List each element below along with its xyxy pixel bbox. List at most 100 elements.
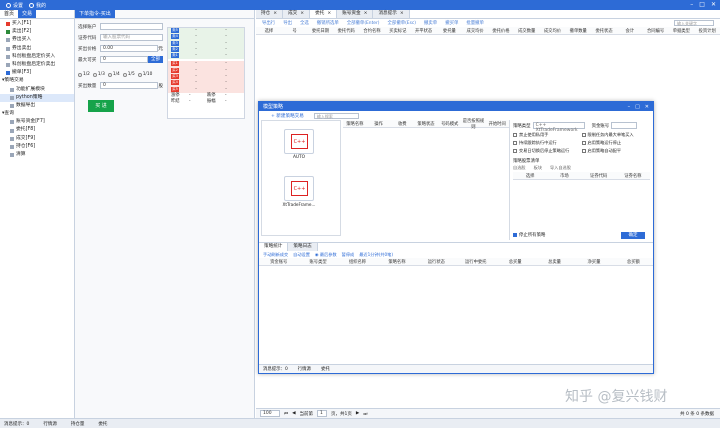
column-header[interactable]: 委托状态 <box>591 28 617 34</box>
profile-menu[interactable]: 我的 <box>29 2 46 9</box>
nav-item[interactable]: python策略 <box>0 93 74 102</box>
column-header[interactable]: 总卖量 <box>535 259 574 265</box>
nav-item[interactable]: ▾ 查询 <box>0 110 74 118</box>
column-header[interactable]: 总买量 <box>495 259 534 265</box>
nav-item[interactable]: 持仓[F6] <box>0 143 74 151</box>
nav-item[interactable]: 科创板盘后定价买入 <box>0 53 74 61</box>
order-tab[interactable]: 下单指令-买出 <box>75 10 115 18</box>
nav-item[interactable]: 成交[F9] <box>0 135 74 143</box>
page-size-select[interactable]: 100 <box>260 410 280 417</box>
setting-checkbox[interactable]: 限制任务内最大单笔买入 <box>581 132 651 138</box>
nav-item[interactable]: 账号资金[F7] <box>0 118 74 126</box>
page-input[interactable]: 1 <box>317 410 328 417</box>
stock-list-tab[interactable]: 导入自选股 <box>550 165 571 171</box>
tab-close-icon[interactable]: × <box>400 10 404 18</box>
tab-close-icon[interactable]: × <box>327 10 331 18</box>
column-header[interactable]: 总买额 <box>614 259 653 265</box>
column-header[interactable]: 选择 <box>256 28 282 34</box>
setting-checkbox[interactable]: 启用策略运行停止 <box>581 140 651 146</box>
main-tab[interactable]: 成交 × <box>283 10 311 18</box>
dialog-order[interactable]: 委托 <box>321 366 330 372</box>
nav-item[interactable]: 清算 <box>0 151 74 159</box>
max-all-button[interactable]: 全部 <box>148 56 163 63</box>
prev-page-icon[interactable]: ◀ <box>292 411 295 416</box>
status-position[interactable]: 持仓量 <box>71 421 85 427</box>
toolbar-button[interactable]: 全选 <box>300 20 309 26</box>
tab-trade[interactable]: 交易 <box>18 10 37 18</box>
nav-item[interactable]: 买入[F1] <box>0 20 74 28</box>
setting-checkbox[interactable]: 持续跟踪执行中运行 <box>513 140 582 146</box>
field-input[interactable] <box>100 23 163 30</box>
stock-list-tab[interactable]: 自选股 <box>513 165 526 171</box>
next-page-icon[interactable]: ▶ <box>356 411 359 416</box>
stats-toolbar-item[interactable]: 自动设置 <box>293 252 310 258</box>
column-header[interactable]: 开始时间 <box>485 121 509 127</box>
column-header[interactable]: 策略名称 <box>377 259 416 265</box>
stats-toolbar-item[interactable]: 暂停成 <box>342 252 355 258</box>
toolbar-button[interactable]: 全部撤单(Esc) <box>388 20 416 26</box>
column-header[interactable]: 运行中委托 <box>456 259 495 265</box>
column-header[interactable]: 是否按照规则 <box>462 118 486 130</box>
column-header[interactable]: 操作 <box>367 121 391 127</box>
main-tab[interactable]: 账号资金 × <box>337 10 374 18</box>
ratio-radio[interactable]: 1/2 <box>78 72 90 77</box>
column-header[interactable]: 开平状态 <box>411 28 437 34</box>
column-header[interactable]: 策略名称 <box>343 121 367 127</box>
stock-list-tab[interactable]: 板块 <box>534 165 542 171</box>
toolbar-button[interactable]: 撤买单 <box>445 20 458 26</box>
ratio-radio[interactable]: 1/4 <box>107 72 120 77</box>
nav-item[interactable]: 科创板盘后定价卖出 <box>0 61 74 69</box>
field-input[interactable]: 输入股票代码 <box>100 34 163 41</box>
minimize-icon[interactable]: – <box>690 1 693 8</box>
column-header[interactable]: 买卖标记 <box>385 28 411 34</box>
toolbar-button[interactable]: 全部撤单(Enter) <box>347 20 380 26</box>
toolbar-button[interactable]: 撤销所选单 <box>317 20 339 26</box>
tab-close-icon[interactable]: × <box>300 10 304 18</box>
column-header[interactable]: 撤单数量 <box>565 28 591 34</box>
main-tab[interactable]: 委托 × <box>310 10 338 18</box>
column-header[interactable]: 委托日期 <box>308 28 334 34</box>
column-header[interactable]: 净买量 <box>574 259 613 265</box>
main-tab[interactable]: 持仓 × <box>256 10 284 18</box>
column-header[interactable]: 会计 <box>617 28 643 34</box>
strategy-type-select[interactable]: C++ XtTradeFramework <box>532 122 585 133</box>
column-header[interactable]: 资金账号 <box>259 259 298 265</box>
dialog-minimize-icon[interactable]: – <box>628 104 631 110</box>
search-input[interactable]: 输入关键字 <box>674 20 714 26</box>
column-header[interactable]: 投资计划 <box>694 28 720 34</box>
strategy-card-xttradeframe[interactable]: C++ XtTradeFrame... <box>274 176 324 207</box>
last-page-icon[interactable]: ⏭ <box>363 411 367 417</box>
toolbar-button[interactable]: 批量撤单 <box>466 20 484 26</box>
column-header[interactable]: 运行状态 <box>417 259 456 265</box>
toolbar-button[interactable]: 撤卖单 <box>424 20 437 26</box>
new-strategy-button[interactable]: + 新建策略交易 <box>271 113 304 119</box>
column-header[interactable]: 单据类型 <box>669 28 695 34</box>
stop-all-check[interactable]: 停止所有策略 <box>513 232 545 238</box>
column-header[interactable]: 委托代码 <box>333 28 359 34</box>
column-header[interactable]: 委托量 <box>436 28 462 34</box>
column-header[interactable]: 证券代码 <box>582 173 616 179</box>
toolbar-button[interactable]: 导出 <box>283 20 292 26</box>
setting-checkbox[interactable]: 交易日切换后停止策略运行 <box>513 148 582 154</box>
stats-toolbar-item[interactable]: 手动刷新成交 <box>263 252 288 258</box>
qty-input[interactable]: 0 <box>100 82 158 89</box>
column-header[interactable]: 市场 <box>547 173 581 179</box>
nav-item[interactable]: 券出卖出 <box>0 45 74 53</box>
setting-checkbox[interactable]: 禁止使用私用手 <box>513 132 582 138</box>
column-header[interactable]: 成交均价 <box>462 28 488 34</box>
column-header[interactable]: 号 <box>282 28 308 34</box>
main-tab[interactable]: 消息提示 × <box>373 10 410 18</box>
column-header[interactable]: 证券名称 <box>616 173 650 179</box>
tab-close-icon[interactable]: × <box>364 10 368 18</box>
settings-menu[interactable]: 设置 <box>6 2 23 9</box>
nav-item[interactable]: 撤单[F3] <box>0 69 74 77</box>
column-header[interactable]: 合约名称 <box>359 28 385 34</box>
dialog-close-icon[interactable]: ✕ <box>645 104 649 110</box>
column-header[interactable]: 成交数量 <box>514 28 540 34</box>
ratio-radio[interactable]: 1/10 <box>137 72 152 77</box>
nav-item[interactable]: 数据导出 <box>0 102 74 110</box>
nav-item[interactable]: 卖出[F2] <box>0 28 74 36</box>
dialog-search[interactable]: 输入搜索 <box>313 112 359 119</box>
stats-toolbar-item[interactable]: ◉ 最后参数 <box>315 252 337 258</box>
close-icon[interactable]: ✕ <box>711 1 716 8</box>
